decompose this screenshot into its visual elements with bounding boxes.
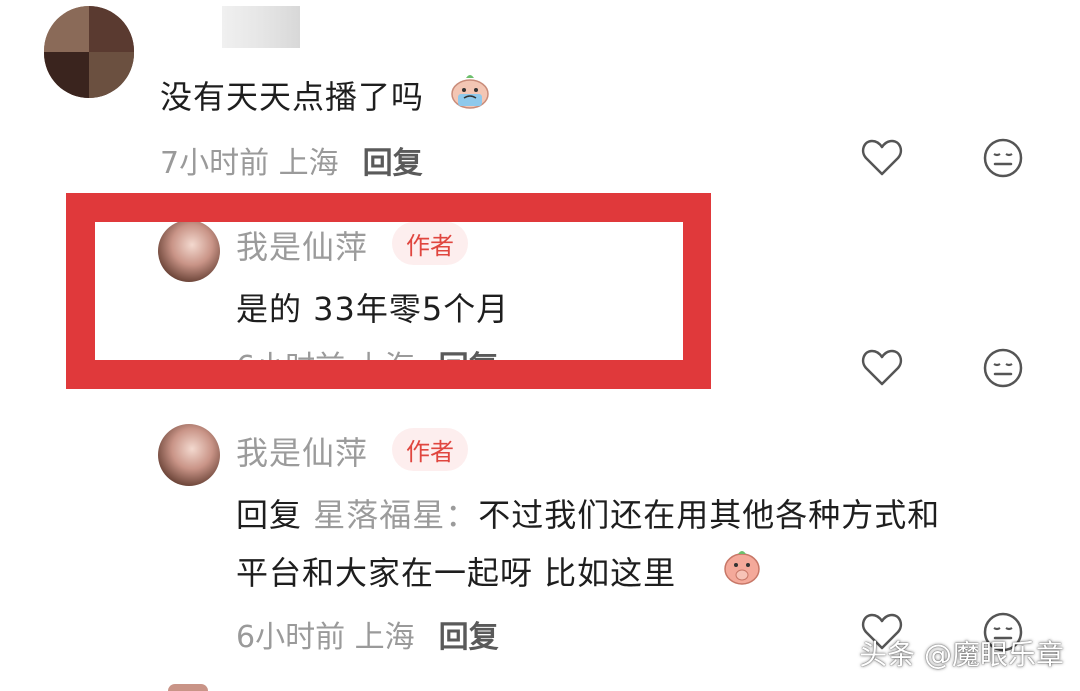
author-avatar[interactable]	[158, 222, 220, 282]
reply-button[interactable]: 回复	[439, 350, 499, 360]
covering-mouth-emoji	[724, 551, 760, 585]
heart-outline-icon[interactable]	[860, 136, 904, 180]
neutral-face-icon[interactable]	[981, 136, 1025, 180]
next-avatar-partial	[168, 684, 208, 691]
reply-button[interactable]: 回复	[363, 146, 423, 181]
reply-meta: 6小时前 上海回复	[236, 620, 499, 655]
reply-meta: 6小时前 上海回复	[236, 342, 499, 360]
highlighted-reply: 我是仙萍 作者 是的 33年零5个月 6小时前 上海回复	[95, 222, 683, 360]
author-name[interactable]: 我是仙萍	[236, 222, 368, 268]
neutral-face-icon[interactable]	[981, 346, 1025, 390]
author-tag: 作者	[392, 222, 468, 265]
heart-outline-icon[interactable]	[860, 346, 904, 390]
reply-button[interactable]: 回复	[439, 620, 499, 655]
avatar[interactable]	[44, 6, 134, 98]
author-avatar[interactable]	[158, 424, 220, 486]
username-blurred	[222, 6, 300, 48]
watermark: 头条 @魔眼乐章	[859, 638, 1064, 671]
mention-link[interactable]: 星落福星：	[313, 496, 478, 534]
reply-text: 回复 星落福星：不过我们还在用其他各种方式和	[236, 496, 941, 534]
author-tag: 作者	[392, 428, 468, 471]
crying-face-emoji	[451, 75, 489, 109]
reply-text-line2: 平台和大家在一起呀 比如这里	[236, 554, 677, 592]
comment-text: 没有天天点播了吗	[160, 78, 425, 116]
reply-text: 是的 33年零5个月	[236, 290, 510, 328]
comment-meta: 7小时前 上海 回复	[160, 146, 423, 181]
author-name[interactable]: 我是仙萍	[236, 428, 368, 474]
